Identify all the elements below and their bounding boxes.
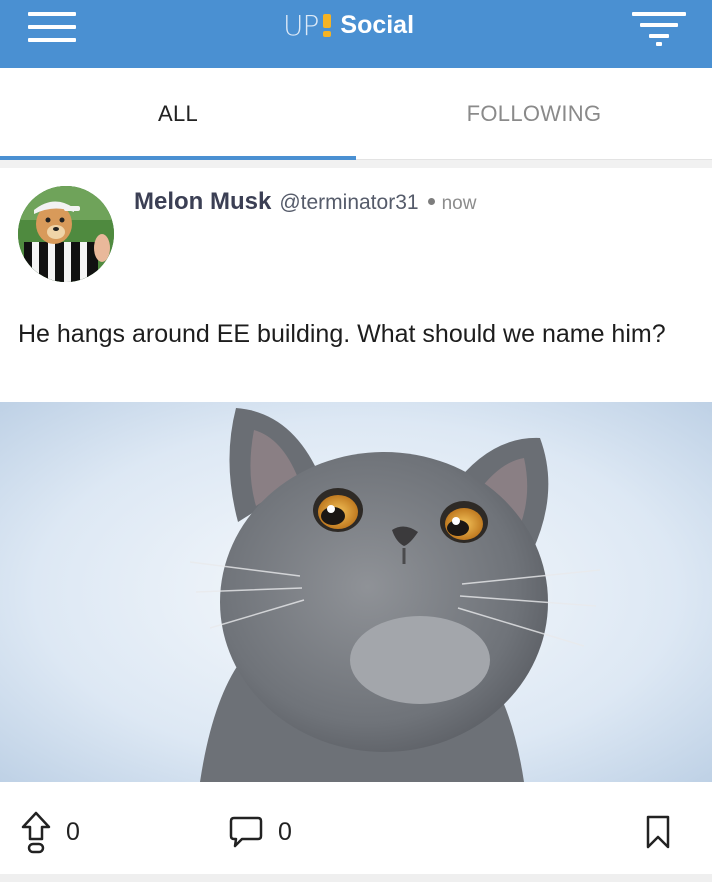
app-header: UP Social — [0, 0, 712, 68]
separator-dot — [427, 198, 435, 205]
tab-all-label: ALL — [157, 101, 199, 126]
upvote-button[interactable]: 0 — [20, 810, 80, 854]
author-handle[interactable]: @terminator31 — [279, 191, 418, 215]
author-name[interactable]: Melon Musk — [134, 188, 271, 216]
tab-following[interactable]: FOLLOWING — [356, 68, 712, 160]
upvote-arrow-icon — [21, 811, 51, 854]
feed-tabs: ALL FOLLOWING — [0, 68, 712, 160]
post-author-line: Melon Musk @terminator31 now — [134, 188, 476, 220]
filter-icon[interactable] — [630, 8, 688, 46]
bottom-divider — [0, 874, 712, 882]
logo-exclamation-icon — [320, 12, 334, 38]
post-actions: 0 0 — [0, 782, 712, 882]
comment-bubble-icon — [229, 816, 263, 848]
logo-name: Social — [340, 10, 415, 39]
bookmark-button[interactable] — [644, 810, 672, 854]
section-divider — [0, 160, 712, 168]
tab-following-label: FOLLOWING — [466, 101, 602, 126]
comment-button[interactable]: 0 — [228, 810, 292, 854]
logo-prefix: UP — [283, 8, 319, 42]
app-logo: UP Social — [283, 8, 414, 42]
post-time: now — [441, 193, 477, 214]
comment-count: 0 — [278, 817, 292, 846]
bookmark-icon — [646, 815, 670, 849]
upvote-count: 0 — [66, 817, 80, 846]
post-text: He hangs around EE building. What should… — [18, 320, 666, 348]
avatar[interactable] — [18, 186, 114, 282]
hamburger-menu-icon[interactable] — [24, 8, 80, 46]
post-card: Melon Musk @terminator31 now He hangs ar… — [0, 168, 712, 882]
tab-all[interactable]: ALL — [0, 68, 356, 160]
post-image[interactable] — [0, 402, 712, 782]
